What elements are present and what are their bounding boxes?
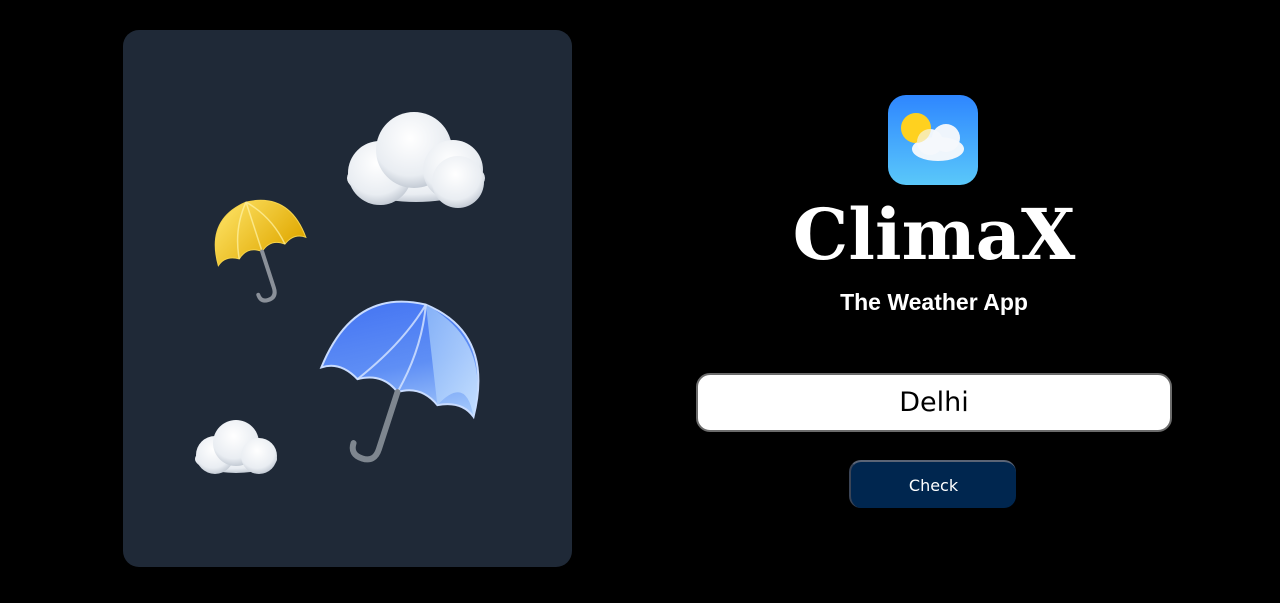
blue-umbrella-icon <box>319 300 480 463</box>
cloud-icon <box>195 420 277 474</box>
weather-sun-cloud-icon <box>888 95 978 185</box>
app-subtitle: The Weather App <box>840 289 1028 315</box>
yellow-umbrella-icon <box>214 199 307 303</box>
hero-illustration-panel <box>123 30 572 567</box>
check-button[interactable]: Check <box>849 460 1016 508</box>
brand-section: ClimaX The Weather App Check <box>696 0 1172 603</box>
hero-illustration <box>195 112 485 474</box>
app-title: ClimaX <box>792 193 1076 276</box>
cloud-icon <box>347 112 485 208</box>
city-search-input[interactable] <box>696 373 1172 432</box>
page: ClimaX The Weather App Check <box>0 0 1280 603</box>
